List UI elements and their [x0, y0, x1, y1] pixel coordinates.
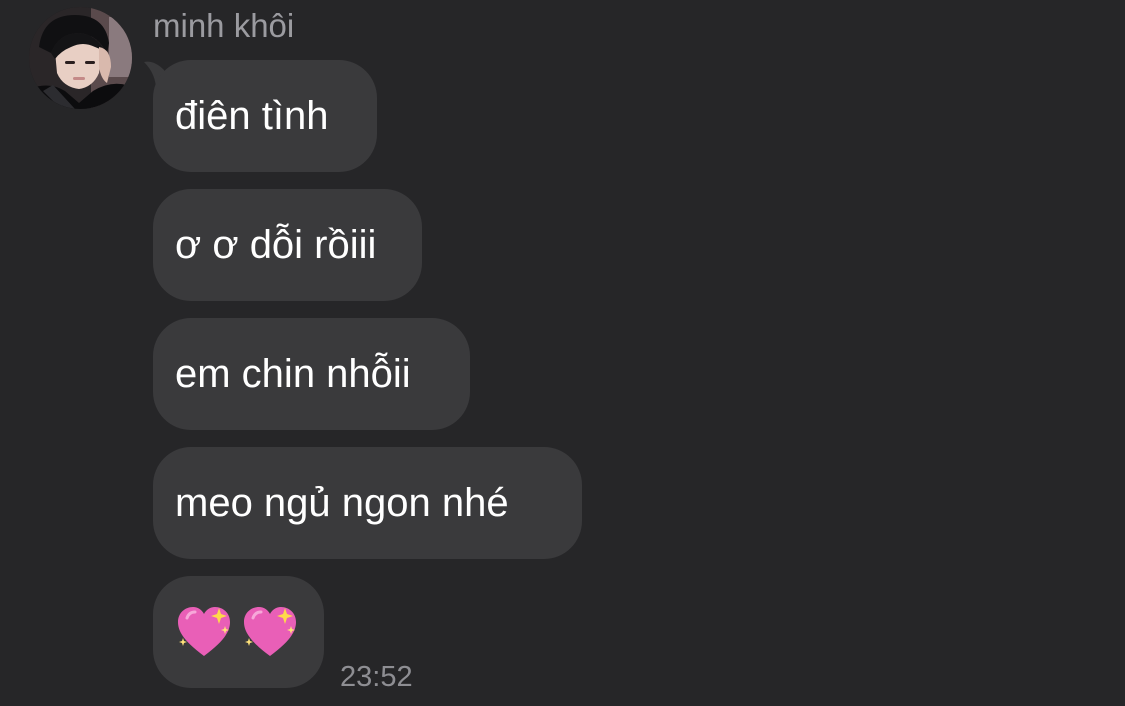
message-text: meo ngủ ngon nhé — [175, 481, 509, 525]
message-bubble[interactable]: meo ngủ ngon nhé — [153, 447, 582, 559]
message-timestamp: 23:52 — [340, 661, 413, 693]
emoji-message-bubble[interactable] — [153, 576, 324, 688]
sparkling-heart-icon — [178, 607, 230, 656]
message-bubble[interactable]: em chin nhỗii — [153, 318, 470, 430]
message-text: ơ ơ dỗi rồiii — [175, 223, 377, 267]
message-text: điên tình — [175, 94, 329, 138]
message-text: em chin nhỗii — [175, 352, 411, 396]
sparkling-heart-icon — [244, 607, 296, 656]
message-bubble[interactable]: ơ ơ dỗi rồiii — [153, 189, 422, 301]
sender-avatar[interactable] — [29, 7, 132, 109]
avatar-photo-icon — [29, 7, 132, 109]
sender-name: minh khôi — [153, 7, 295, 44]
message-bubble[interactable]: điên tình — [153, 60, 377, 172]
